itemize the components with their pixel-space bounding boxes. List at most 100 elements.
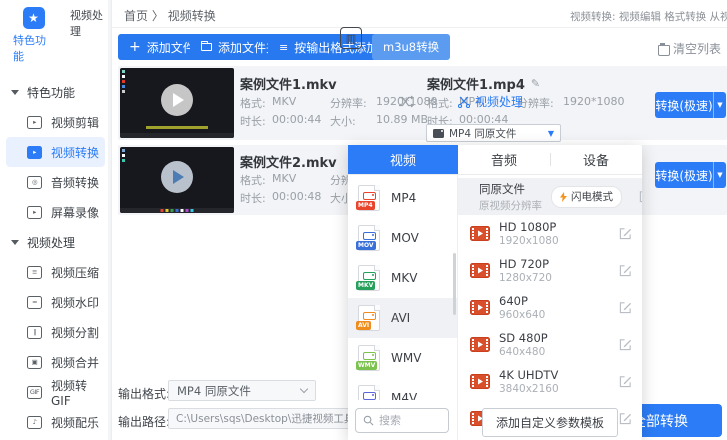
edit-preset-icon[interactable] [619,338,632,351]
video-merge-icon: ▣ [27,355,42,369]
convert-dropdown-arrow[interactable]: ▼ [713,92,726,118]
video-process-link[interactable]: 视频处理 [458,93,523,110]
convert-button-1[interactable]: 转换(极速) ▼ [655,92,726,118]
sidebar-item-label: 视频剪辑 [51,115,100,130]
format-label: MKV [391,271,418,285]
main-area: 首页 〉 视频转换 视频转换: 视频编辑 格式转换 从视频提取音频 + 添加文件… [112,0,727,440]
trash-icon [657,43,670,56]
preset-item-480p[interactable]: SD 480P 640x480 [458,326,642,363]
output-format-dropdown-value: MP4 同原文件 [177,383,251,398]
sidebar-item-screen-record[interactable]: ▸ 屏幕录像 [6,197,105,227]
film-icon: ▥ [340,27,362,49]
edit-preset-icon[interactable] [619,227,632,240]
mp4-file-icon: MP4 [356,185,380,211]
output-format-dropdown[interactable]: MP4 同原文件 [168,380,316,401]
format-item-avi[interactable]: AVI AVI [348,298,457,338]
section-label: 视频处理 [27,235,76,250]
file-name: 案例文件2.mkv [240,156,337,171]
section-video-processing[interactable]: 视频处理 [0,227,111,257]
lightning-icon [560,191,567,202]
format-search-area [348,400,456,440]
output-format-select[interactable]: MP4 同原文件 ▼ [426,124,561,142]
file-row-1: 案例文件1.mkv 格式: MKV 分辨率: 1920*1080 时长: 00:00:… [118,66,727,142]
sidebar: ★ 特色功能 ▥ 视频处理 特色功能 ▸ 视频剪辑 ▸ 视频转换 ◎ 音频转换 … [0,0,362,440]
tab-audio[interactable]: 音频 [458,145,550,174]
folder-icon [200,40,212,51]
search-icon [363,415,374,425]
edit-preset-icon[interactable] [619,301,632,314]
file-info-line: 时长: 00:00:44 大小: 10.89 MB [240,113,429,128]
video-thumbnail-2[interactable] [120,147,234,213]
tab-video-processing[interactable]: ▥ 视频处理 [70,7,362,64]
sidebar-item-video-watermark[interactable]: ≈ 视频水印 [6,287,105,317]
audio-convert-icon: ◎ [27,175,42,189]
tab-device[interactable]: 设备 [550,145,642,174]
preset-item-720p[interactable]: HD 720P 1280x720 [458,252,642,289]
search-box[interactable] [355,407,449,433]
play-icon[interactable] [161,161,193,194]
chevron-down-icon [11,239,19,245]
sidebar-item-video-split[interactable]: ∥ 视频分割 [6,317,105,347]
format-dropdown-panel: 视频 音频 设备 MP4 MP4 MOV MOV MKV MKV AVI AVI… [348,145,642,440]
format-item-mkv[interactable]: MKV MKV [348,258,457,298]
tab-feature-functions[interactable]: ★ 特色功能 [13,7,54,64]
format-list-scrollbar[interactable] [453,253,456,315]
chevron-down-icon [299,384,309,394]
edit-preset-icon[interactable] [639,190,642,203]
preset-item-640p[interactable]: 640P 960x640 [458,289,642,326]
convert-button-2[interactable]: 转换(极速) ▼ [655,162,726,188]
tab-video[interactable]: 视频 [348,145,458,174]
preset-title: 4K UHDTV [499,368,559,382]
preset-title: HD 720P [499,257,550,271]
edit-preset-icon[interactable] [619,264,632,277]
sidebar-item-video-convert[interactable]: ▸ 视频转换 [6,137,105,167]
breadcrumb-current: 视频转换 [167,9,216,23]
format-item-wmv[interactable]: WMV WMV [348,338,457,378]
preset-subtitle: 1280x720 [499,272,552,284]
preset-item-original[interactable]: 同原文件 原视频分辨率 闪电模式 [458,178,642,215]
search-input[interactable] [379,413,437,427]
format-item-mov[interactable]: MOV MOV [348,218,457,258]
preset-title: HD 1080P [499,220,557,234]
edit-preset-icon[interactable] [619,412,632,425]
section-label: 特色功能 [27,85,76,100]
rename-pencil-icon[interactable]: ✎ [531,77,540,90]
lightning-mode-badge[interactable]: 闪电模式 [551,185,622,208]
music-note-icon: ♪ [27,415,42,429]
file-name: 案例文件1.mkv [240,78,337,93]
mkv-file-icon: MKV [356,265,380,291]
clear-list-button[interactable]: 清空列表 [657,40,721,57]
m3u8-label: m3u8转换 [383,40,440,54]
format-item-mp4[interactable]: MP4 MP4 [348,178,457,218]
sidebar-item-label: 视频配乐 [51,415,100,430]
gif-icon: GIF [27,385,42,399]
app-window: ★ 特色功能 ▥ 视频处理 特色功能 ▸ 视频剪辑 ▸ 视频转换 ◎ 音频转换 … [0,0,727,440]
taskbar-icons [160,209,194,212]
video-thumbnail-1[interactable] [120,68,234,138]
output-path-input[interactable] [168,408,356,429]
sidebar-item-video-edit[interactable]: ▸ 视频剪辑 [6,107,105,137]
m3u8-convert-button[interactable]: m3u8转换 [372,34,451,60]
sidebar-item-video-to-gif[interactable]: GIF 视频转GIF [6,377,105,408]
breadcrumb-home[interactable]: 首页 [124,9,148,23]
preset-item-4k-uhdtv[interactable]: 4K UHDTV 3840x2160 [458,363,642,400]
add-by-format-label: 按输出格式添加 [294,40,379,55]
convert-arrow-icon [398,95,414,111]
edit-preset-icon[interactable] [619,375,632,388]
file-info-line: 格式:MKV 分辨率:1920*1080 [240,95,438,110]
preset-title: 同原文件 [479,181,525,196]
sidebar-scrollbar[interactable] [108,0,111,440]
preset-title: 640P [499,294,528,308]
sidebar-item-video-compress[interactable]: ≡ 视频压缩 [6,257,105,287]
section-feature-functions[interactable]: 特色功能 [0,77,111,107]
sidebar-item-audio-convert[interactable]: ◎ 音频转换 [6,167,105,197]
video-split-icon: ∥ [27,325,42,339]
add-custom-preset-button[interactable]: 添加自定义参数模板 [481,408,619,437]
video-convert-icon: ▸ [27,145,42,159]
filmstrip-icon [470,300,490,315]
play-icon[interactable] [161,84,193,117]
sidebar-item-video-music[interactable]: ♪ 视频配乐 [6,407,105,437]
convert-dropdown-arrow[interactable]: ▼ [713,162,726,188]
sidebar-item-video-merge[interactable]: ▣ 视频合并 [6,347,105,377]
preset-item-1080p[interactable]: HD 1080P 1920x1080 [458,215,642,252]
